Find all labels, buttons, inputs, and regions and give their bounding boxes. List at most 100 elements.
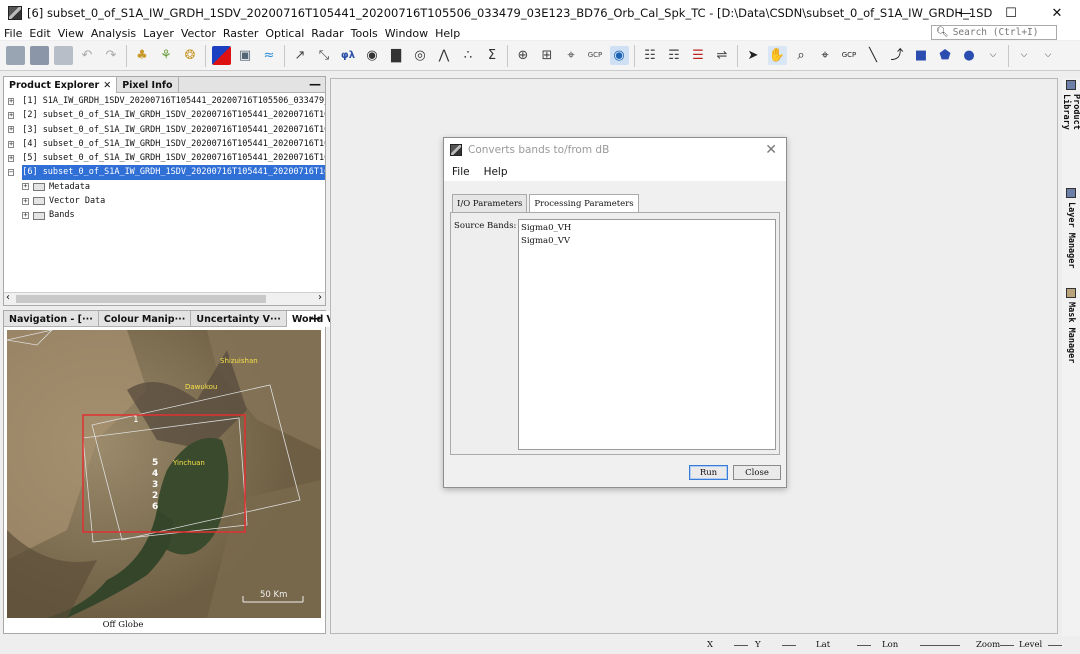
phi-lambda-icon[interactable]: φλ [339,46,358,65]
tab-product-explorer[interactable]: Product Explorer ✕ [4,77,118,93]
zoom-tool-icon[interactable]: ⌕ [792,46,811,65]
world-view-icon[interactable]: ◉ [609,46,629,65]
undo-icon[interactable]: ↶ [78,46,97,65]
close-tab-icon[interactable]: ✕ [103,80,111,91]
polygon-drawing-icon[interactable]: ⬟ [936,46,955,65]
minimize-button[interactable]: — [942,0,988,26]
scatter-plot-icon[interactable]: ∴ [459,46,478,65]
toolbar-overflow-icon[interactable]: ⌵ [984,46,1003,65]
collapse-icon[interactable]: − [8,169,15,177]
tree-row-product-2[interactable]: + [2] subset_0_of_S1A_IW_GRDH_1SDV_202007… [4,108,325,122]
expand-icon[interactable]: + [8,97,15,105]
tab-product-library[interactable]: Product Library [1061,80,1080,170]
new-product-icon[interactable] [5,46,25,65]
scroll-thumb[interactable] [16,295,266,303]
menu-window[interactable]: Window [381,27,431,40]
sync-icon[interactable]: ⇌ [713,46,732,65]
open-product-icon[interactable] [29,46,49,65]
tree-row-vector-data[interactable]: + Vector Data [4,194,325,208]
geo-coding-icon[interactable]: ◎ [411,46,430,65]
menu-tools[interactable]: Tools [347,27,381,40]
horizontal-scrollbar[interactable]: ‹ › [4,292,325,305]
tree-row-product-6[interactable]: − [6] subset_0_of_S1A_IW_GRDH_1SDV_202007… [4,165,325,180]
profile-plot-icon[interactable]: ↗ [291,46,310,65]
run-button[interactable]: Run [689,465,728,480]
line-drawing-icon[interactable]: ╲ [864,46,883,65]
gcp-manager-icon[interactable]: GCP [586,46,605,65]
image-view-icon[interactable]: ▣ [236,46,255,65]
source-bands-list[interactable]: Sigma0_VH Sigma0_VV [518,219,776,450]
menu-file[interactable]: File [0,27,25,40]
gcp-tool-icon[interactable]: GCP [840,46,859,65]
scroll-right-icon[interactable]: › [318,292,322,303]
graph-builder-icon[interactable]: ⚘ [157,46,176,65]
spectrum-icon[interactable]: ⤡ [315,46,334,65]
tab-mask-manager[interactable]: Mask Manager [1064,288,1078,368]
tree-row-product-5[interactable]: + [5] subset_0_of_S1A_IW_GRDH_1SDV_202007… [4,151,325,165]
statistics-icon[interactable]: ⋀ [435,46,454,65]
expand-icon[interactable]: + [8,140,15,148]
tab-io-parameters[interactable]: I/O Parameters [452,194,528,212]
menu-help[interactable]: Help [431,27,463,40]
select-tool-icon[interactable]: ➤ [744,46,763,65]
tree-row-bands[interactable]: + Bands [4,208,325,222]
tab-pixel-info[interactable]: Pixel Info [117,77,179,93]
tab-processing-parameters[interactable]: Processing Parameters [529,194,639,212]
ellipse-drawing-icon[interactable]: ● [960,46,979,65]
redo-icon[interactable]: ↷ [102,46,121,65]
tab-uncertainty[interactable]: Uncertainty V··· [191,311,287,327]
information-icon[interactable]: ◉ [363,46,382,65]
tree-row-product-1[interactable]: + [1] S1A_IW_GRDH_1SDV_20200716T105441_20… [4,94,325,108]
expand-icon[interactable]: + [8,154,15,162]
tiles-icon[interactable]: ☰ [689,46,708,65]
menu-layer[interactable]: Layer [139,27,177,40]
polyline-icon[interactable]: ⤴ [888,46,907,65]
pan-tool-icon[interactable]: ✋ [767,46,787,65]
save-icon[interactable] [53,46,73,65]
dialog-menu-file[interactable]: File [444,166,476,178]
tree-row-product-4[interactable]: + [4] subset_0_of_S1A_IW_GRDH_1SDV_202007… [4,137,325,151]
tab-colour-manipulation[interactable]: Colour Manip··· [99,311,192,327]
range-finder-icon[interactable]: ⌖ [562,46,581,65]
batch-icon[interactable]: ❂ [181,46,200,65]
menu-analysis[interactable]: Analysis [87,27,139,40]
pin-placing-icon[interactable]: ⌖ [816,46,835,65]
minimize-panel-icon[interactable]: — [309,77,321,91]
rectangle-drawing-icon[interactable]: ■ [912,46,931,65]
histogram-icon[interactable]: ▇ [387,46,406,65]
expand-icon[interactable]: + [22,183,29,191]
menu-view[interactable]: View [54,27,87,40]
minimize-panel-icon[interactable]: — [309,311,321,325]
menu-vector[interactable]: Vector [177,27,219,40]
expand-icon[interactable]: + [8,111,15,119]
menu-edit[interactable]: Edit [25,27,53,40]
list-item[interactable]: Sigma0_VV [521,235,773,248]
close-icon[interactable]: ✕ [765,142,777,158]
toolbar-overflow-icon[interactable]: ⌵ [1039,46,1058,65]
menu-optical[interactable]: Optical [261,27,307,40]
list-item[interactable]: Sigma0_VH [521,222,773,235]
tree-row-metadata[interactable]: + Metadata [4,180,325,194]
expand-icon[interactable]: + [22,212,29,220]
toolbar-overflow-icon[interactable]: ⌵ [1015,46,1034,65]
menu-raster[interactable]: Raster [219,27,261,40]
close-button[interactable]: Close [733,465,781,480]
graph-tool-icon[interactable]: ☷ [641,46,660,65]
pixel-grid-icon[interactable]: ⊞ [538,46,557,65]
colour-icon[interactable] [211,46,231,65]
tree-row-product-3[interactable]: + [3] subset_0_of_S1A_IW_GRDH_1SDV_202007… [4,123,325,137]
expand-icon[interactable]: + [22,197,29,205]
scroll-left-icon[interactable]: ‹ [6,292,10,303]
menu-radar[interactable]: Radar [307,27,346,40]
sum-icon[interactable]: Σ [483,46,502,65]
network-icon[interactable]: ☶ [665,46,684,65]
search-input[interactable]: 🔍︎ Search (Ctrl+I) [931,25,1057,40]
close-window-button[interactable]: ✕ [1034,0,1080,26]
maximize-button[interactable]: ☐ [988,0,1034,26]
tab-navigation[interactable]: Navigation - [··· [4,311,99,327]
dialog-menu-help[interactable]: Help [476,166,514,178]
band-maths-icon[interactable]: ♣ [133,46,152,65]
world-view-map[interactable]: Shizuishan Dawukou Yinchuan 1 5 4 3 2 6 … [7,330,321,618]
tab-layer-manager[interactable]: Layer Manager [1064,188,1078,272]
pin-manager-icon[interactable]: ⊕ [514,46,533,65]
